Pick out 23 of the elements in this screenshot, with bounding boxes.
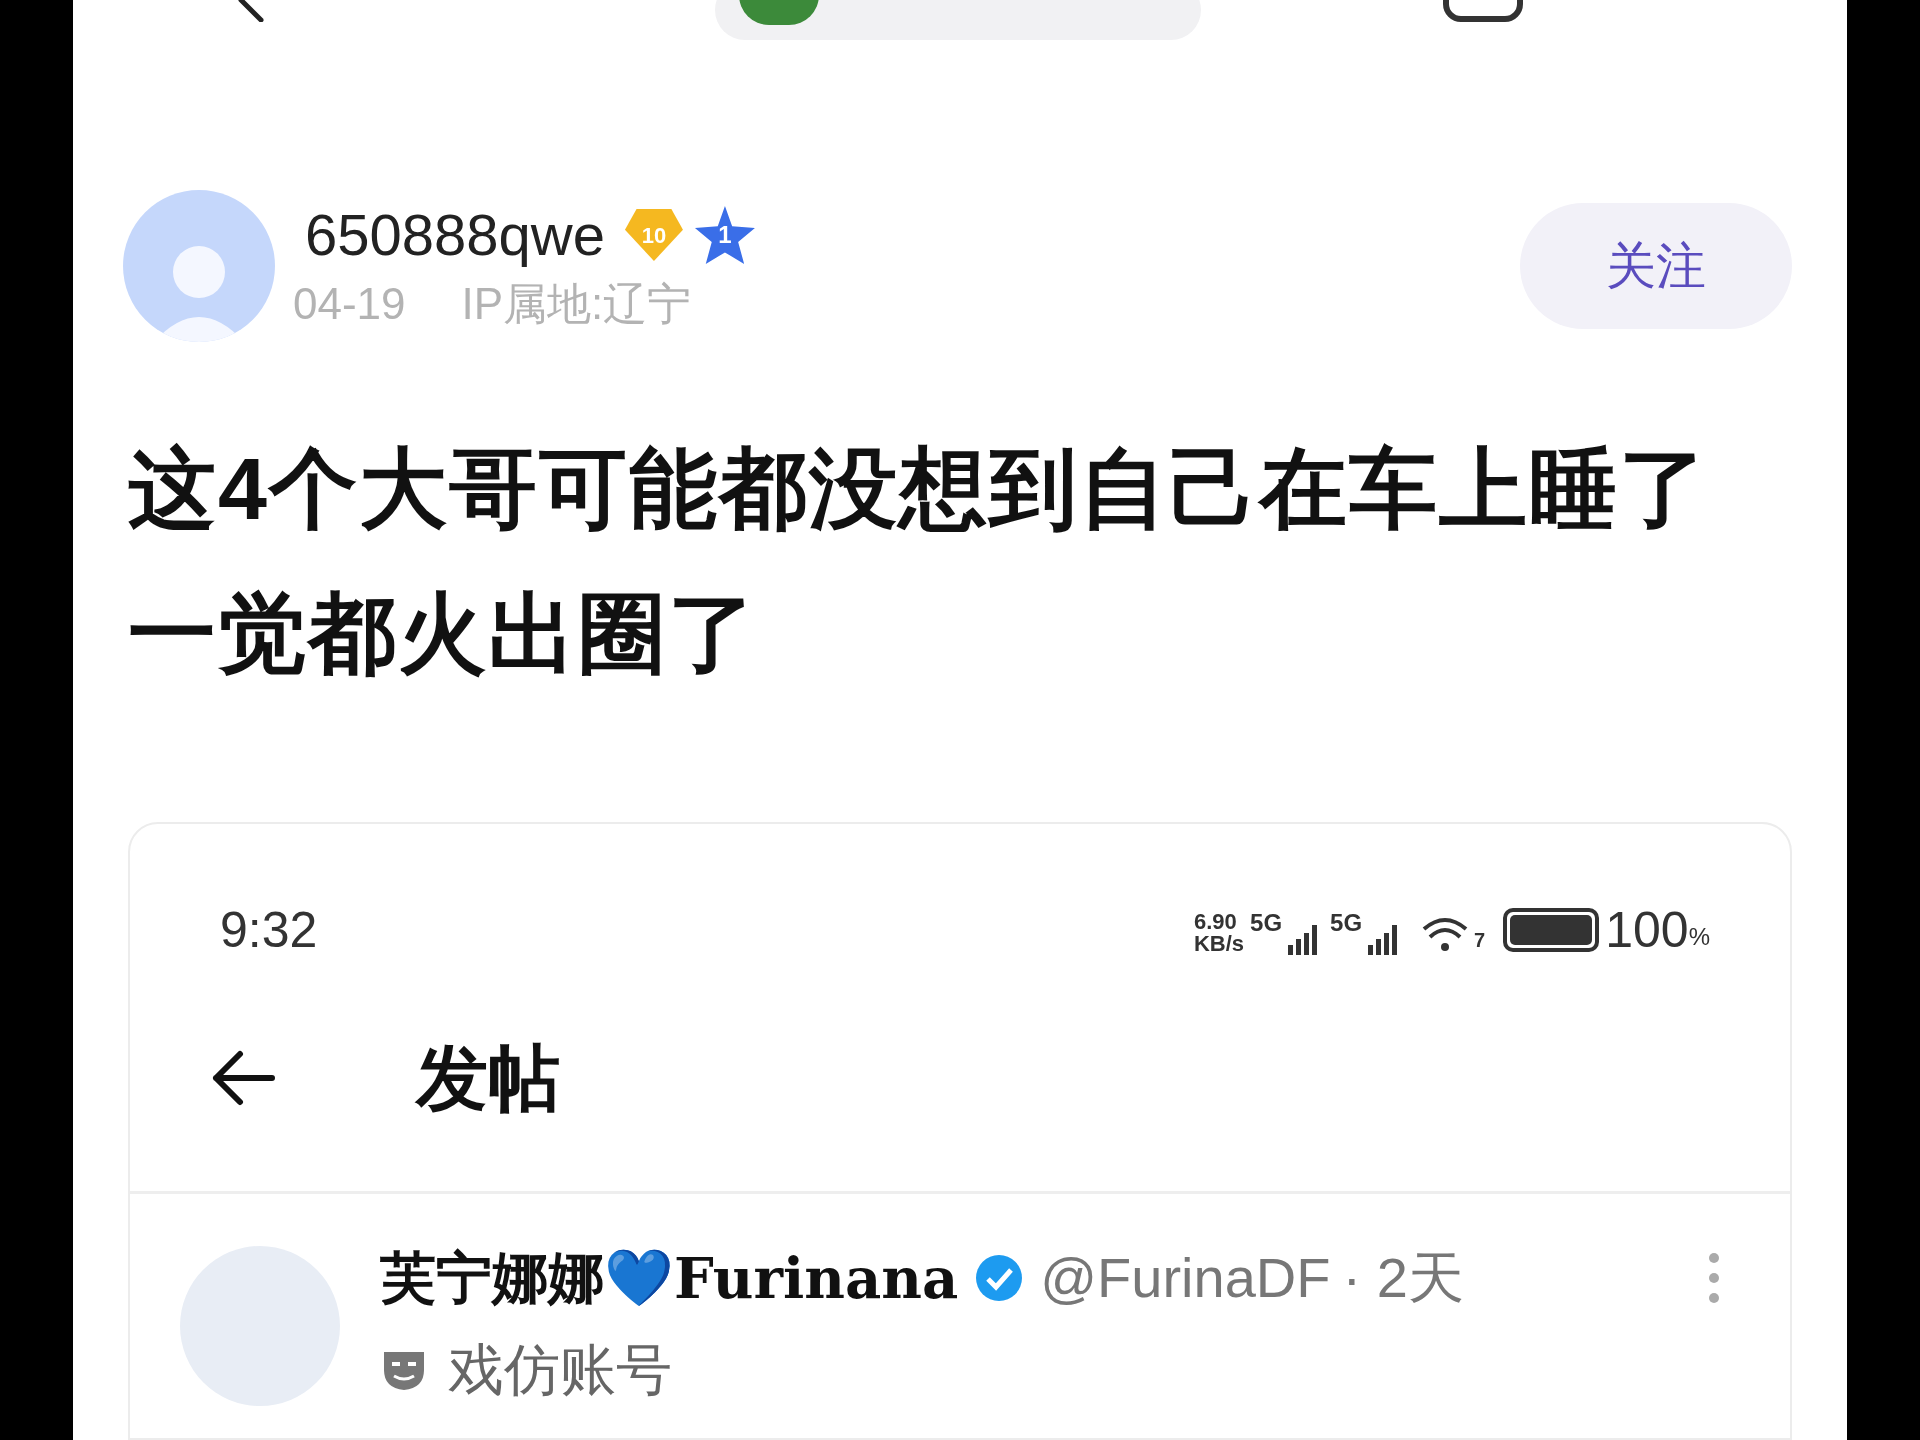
network-type: 5G <box>1330 908 1363 938</box>
wifi-standard-label: 7 <box>1474 928 1486 953</box>
net-speed-value: 6.90 <box>1193 911 1238 933</box>
follow-button[interactable]: 关注 <box>1520 203 1792 329</box>
display-name[interactable]: 芙宁娜娜💙 <box>380 1236 674 1320</box>
battery-percent: 100 <box>1605 905 1689 955</box>
net-speed-unit: KB/s <box>1193 933 1245 955</box>
post-date: 04-19 <box>293 282 406 326</box>
post-time: · 2天 <box>1342 1245 1464 1311</box>
display-name[interactable]: Furinana <box>674 1236 959 1320</box>
ip-location: IP属地:辽宁 <box>461 282 692 326</box>
rank-badge: 1 <box>694 206 755 264</box>
battery-percent-unit: % <box>1688 923 1710 952</box>
battery-icon <box>1503 908 1600 952</box>
parody-label: 戏仿账号 <box>448 1337 672 1403</box>
post-title: 这4个大哥可能都没想到自己在车上睡了一觉都火出圈了 <box>127 438 1710 685</box>
back-arrow-icon[interactable] <box>210 1049 276 1106</box>
page-title: 发帖 <box>416 1036 560 1120</box>
level-badge: 10 <box>624 209 683 261</box>
status-time: 9:32 <box>220 900 318 960</box>
user-handle: @FurinaDF <box>1040 1245 1331 1311</box>
more-icon[interactable] <box>1708 1252 1720 1304</box>
network-type: 5G <box>1250 908 1283 938</box>
